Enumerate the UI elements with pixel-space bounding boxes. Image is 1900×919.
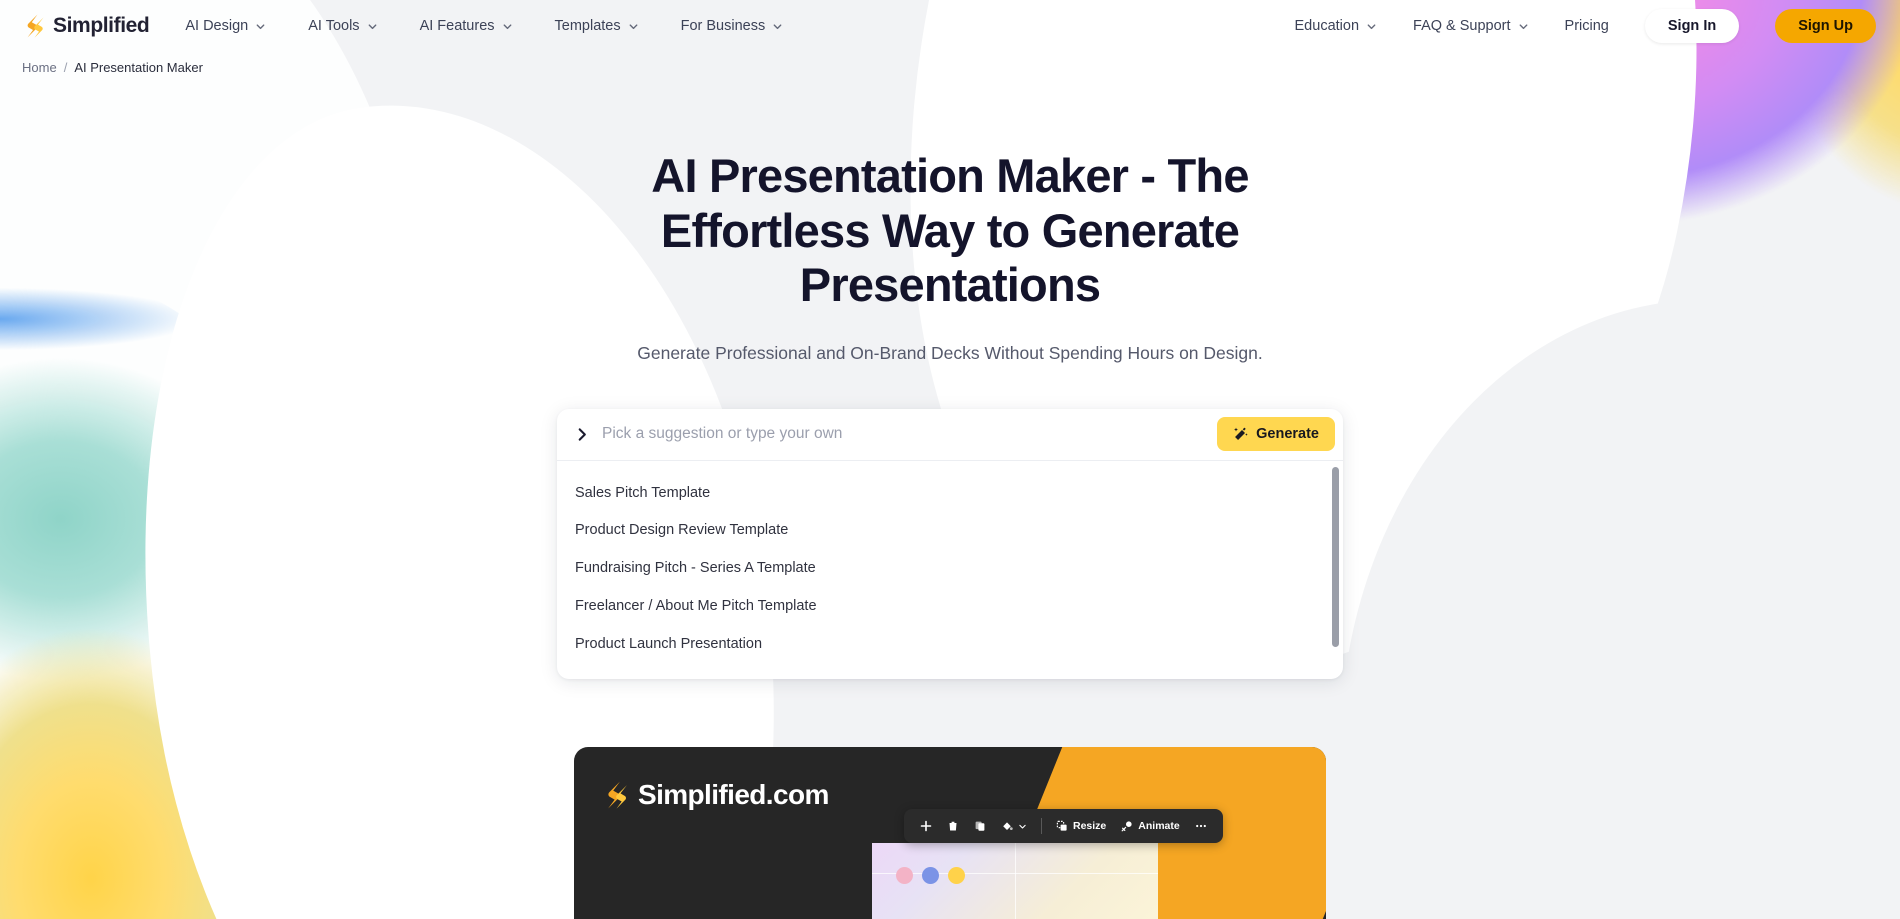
duplicate-button[interactable] [968, 816, 992, 836]
more-horizontal-icon [1195, 825, 1206, 828]
nav-label: Pricing [1564, 18, 1609, 34]
trash-icon [949, 822, 957, 831]
canvas-floating-toolbar: Resize Animate [904, 809, 1223, 844]
nav-label: AI Features [419, 18, 495, 34]
simplified-logo-icon [608, 781, 627, 810]
nav-label: Templates [554, 18, 621, 34]
generate-label: Generate [1256, 426, 1319, 443]
fill-color-button[interactable] [995, 816, 1033, 836]
chevron-down-icon [503, 23, 511, 29]
nav-label: For Business [680, 18, 766, 34]
suggestion-scrollbar-thumb[interactable] [1332, 466, 1339, 647]
product-preview-panel: Simplified.com Resize Animate [574, 747, 1326, 919]
nav-item-pricing[interactable]: Pricing [1565, 18, 1609, 34]
nav-item-ai-design[interactable]: AI Design [185, 18, 266, 34]
nav-item-for-business[interactable]: For Business [681, 18, 784, 34]
chevron-right-icon [578, 427, 586, 441]
chevron-down-icon [629, 23, 638, 29]
gradient-mask-right-lower [1340, 300, 1900, 919]
breadcrumb-home[interactable]: Home [22, 60, 57, 75]
add-element-button[interactable] [914, 816, 938, 836]
brand-logo[interactable]: Simplified [24, 14, 150, 38]
nav-links: AI Design AI Tools AI Features Templates… [185, 18, 783, 34]
copy-icon [975, 821, 985, 831]
simplified-logo-icon [27, 14, 44, 38]
nav-label: AI Tools [308, 18, 360, 34]
prompt-search-card: Generate Sales Pitch Template Product De… [557, 408, 1343, 680]
suggestion-item[interactable]: Product Design Review Template [557, 512, 1343, 550]
preview-brand-name: Simplified.com [638, 779, 829, 811]
canvas-circle-blue [922, 867, 939, 885]
brand-name: Simplified [53, 14, 150, 37]
canvas-shapes [896, 867, 965, 885]
nav-item-ai-features[interactable]: AI Features [420, 18, 513, 34]
breadcrumb: Home / AI Presentation Maker [0, 52, 1900, 75]
canvas-circle-yellow [948, 867, 965, 885]
delete-button[interactable] [941, 816, 965, 836]
nav-item-templates[interactable]: Templates [555, 18, 639, 34]
nav-label: Education [1294, 18, 1360, 34]
animate-button[interactable]: Animate [1115, 816, 1185, 836]
animate-icon [1121, 821, 1132, 832]
nav-item-ai-tools[interactable]: AI Tools [308, 18, 377, 34]
preview-brand: Simplified.com [604, 779, 829, 811]
canvas-guide-vertical [1015, 843, 1016, 919]
prompt-search-area: Generate Sales Pitch Template Product De… [557, 408, 1343, 680]
canvas-circle-pink [896, 867, 913, 885]
suggestion-scrollbar[interactable] [1332, 466, 1339, 674]
toolbar-divider [1041, 818, 1042, 835]
nav-item-education[interactable]: Education [1295, 18, 1378, 34]
chevron-down-icon [1019, 824, 1026, 829]
sign-up-button[interactable]: Sign Up [1775, 9, 1876, 43]
suggestion-item[interactable]: Product Launch Presentation [557, 626, 1343, 664]
animate-label: Animate [1138, 820, 1180, 833]
chevron-down-icon [1367, 23, 1376, 29]
chevron-down-icon [1519, 23, 1527, 29]
nav-label: AI Design [185, 18, 249, 34]
more-options-button[interactable] [1189, 816, 1213, 836]
generate-button[interactable]: Generate [1217, 417, 1335, 452]
paint-bucket-icon [1003, 822, 1013, 831]
prompt-search-input[interactable] [602, 408, 1218, 460]
suggestion-item[interactable]: Sales Pitch Template [557, 475, 1343, 513]
plus-icon [920, 820, 932, 832]
chevron-down-icon [773, 23, 782, 29]
suggestion-item[interactable]: Fundraising Pitch - Series A Template [557, 550, 1343, 588]
sign-in-button[interactable]: Sign In [1644, 9, 1740, 43]
resize-label: Resize [1073, 820, 1107, 833]
chevron-down-icon [368, 23, 376, 29]
prompt-search-bar: Generate [557, 408, 1343, 461]
hero-subtitle: Generate Professional and On-Brand Decks… [637, 342, 1263, 363]
suggestion-list: Sales Pitch Template Product Design Revi… [557, 461, 1343, 680]
nav-item-faq-support[interactable]: FAQ & Support [1413, 18, 1529, 34]
breadcrumb-separator: / [63, 60, 68, 75]
resize-icon [1056, 821, 1067, 831]
magic-wand-icon [1234, 427, 1248, 440]
resize-button[interactable]: Resize [1050, 816, 1112, 836]
hero-section: AI Presentation Maker - The Effortless W… [0, 75, 1900, 364]
chevron-down-icon [256, 23, 265, 29]
nav-right-group: Education FAQ & Support Pricing Sign In … [1295, 9, 1876, 43]
preview-canvas [872, 843, 1158, 919]
main-navbar: Simplified AI Design AI Tools AI Feature… [0, 0, 1900, 52]
suggestion-item[interactable]: Freelancer / About Me Pitch Template [557, 588, 1343, 626]
breadcrumb-current: AI Presentation Maker [74, 60, 203, 75]
page-title: AI Presentation Maker - The Effortless W… [651, 149, 1249, 312]
nav-label: FAQ & Support [1413, 18, 1511, 34]
